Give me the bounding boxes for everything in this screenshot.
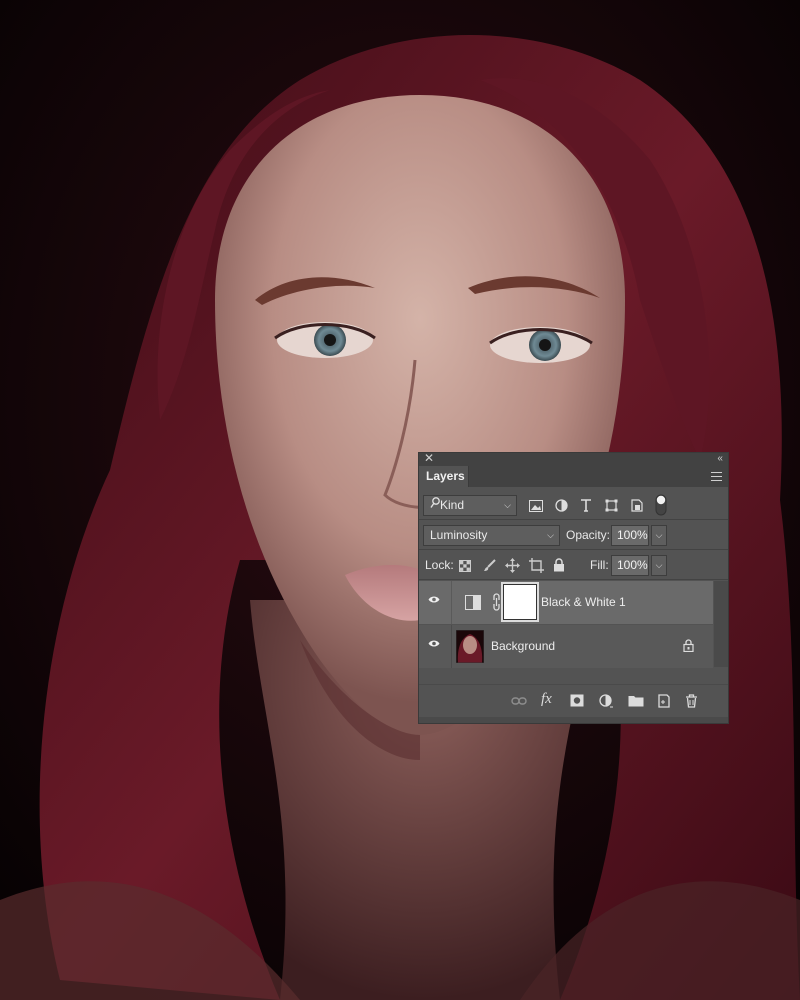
fill-label: Fill:	[590, 558, 609, 572]
layer-name[interactable]: Background	[491, 639, 555, 653]
chevron-down-icon: ⌵	[655, 530, 663, 540]
panel-title-bar: ✕ ‹‹	[419, 452, 728, 466]
lock-icon[interactable]	[683, 639, 694, 652]
adjustment-filter-icon[interactable]	[555, 499, 568, 512]
layer-image-thumbnail[interactable]	[456, 630, 484, 663]
opacity-input[interactable]: 100%	[611, 525, 649, 546]
layer-mask-thumbnail[interactable]	[504, 585, 536, 619]
visibility-eye-icon[interactable]	[428, 595, 440, 604]
panel-menu-icon[interactable]	[711, 472, 722, 481]
lock-all-icon[interactable]	[553, 558, 565, 572]
blend-row: Luminosity ⌵ Opacity: 100% ⌵	[419, 523, 728, 549]
fx-icon[interactable]: fx	[541, 691, 552, 708]
shape-filter-icon[interactable]	[605, 499, 618, 512]
layer-row-black-white[interactable]: Black & White 1	[419, 581, 713, 624]
fill-value: 100%	[617, 558, 648, 572]
lock-position-move-icon[interactable]	[505, 558, 520, 573]
tab-layers-label: Layers	[426, 469, 465, 483]
new-adjustment-icon[interactable]	[599, 694, 614, 709]
layers-scrollbar[interactable]	[714, 581, 728, 667]
tab-layers[interactable]: Layers	[419, 466, 469, 487]
lock-transparency-icon[interactable]	[459, 560, 471, 572]
layers-panel: ✕ ‹‹ Layers Kind ⌵ Luminosity ⌵ Opacity:…	[418, 452, 729, 724]
layer-name[interactable]: Black & White 1	[541, 595, 626, 609]
panel-resize-handle[interactable]	[419, 717, 728, 723]
lock-artboard-icon[interactable]	[529, 558, 544, 573]
lock-row: Lock: Fill: 100% ⌵	[419, 553, 728, 579]
opacity-label: Opacity:	[566, 528, 611, 542]
delete-layer-icon[interactable]	[685, 694, 698, 708]
close-icon[interactable]: ✕	[424, 452, 434, 465]
image-filter-icon[interactable]	[529, 500, 543, 512]
filter-kind-dropdown[interactable]: Kind ⌵	[423, 495, 517, 516]
blend-mode-dropdown[interactable]: Luminosity ⌵	[423, 525, 560, 546]
fill-dropdown-button[interactable]: ⌵	[651, 555, 667, 576]
blend-mode-value: Luminosity	[430, 528, 488, 542]
lock-pixels-brush-icon[interactable]	[483, 559, 496, 572]
visibility-eye-icon[interactable]	[428, 639, 440, 648]
smart-object-filter-icon[interactable]	[631, 499, 643, 512]
chevron-down-icon: ⌵	[655, 560, 663, 570]
fill-input[interactable]: 100%	[611, 555, 649, 576]
opacity-value: 100%	[617, 528, 648, 542]
new-layer-icon[interactable]	[657, 694, 671, 708]
type-filter-icon[interactable]	[580, 499, 592, 512]
tab-bar: Layers	[419, 466, 728, 487]
layers-bottom-toolbar: fx	[419, 686, 728, 717]
filter-row: Kind ⌵	[419, 493, 728, 519]
opacity-dropdown-button[interactable]: ⌵	[651, 525, 667, 546]
filter-kind-label: Kind	[440, 498, 465, 512]
search-icon	[430, 496, 440, 515]
new-group-icon[interactable]	[628, 694, 644, 707]
mask-link-icon[interactable]	[492, 593, 501, 611]
add-mask-icon[interactable]	[570, 694, 584, 707]
lock-label: Lock:	[425, 558, 454, 572]
layer-row-background[interactable]: Background	[419, 625, 713, 668]
black-white-adjustment-icon	[465, 595, 481, 610]
filter-toggle-icon[interactable]	[655, 494, 667, 516]
chevron-down-icon: ⌵	[504, 500, 511, 510]
chevron-down-icon: ⌵	[547, 530, 554, 540]
link-layers-icon[interactable]	[511, 694, 527, 708]
collapse-icon[interactable]: ‹‹	[717, 452, 723, 465]
